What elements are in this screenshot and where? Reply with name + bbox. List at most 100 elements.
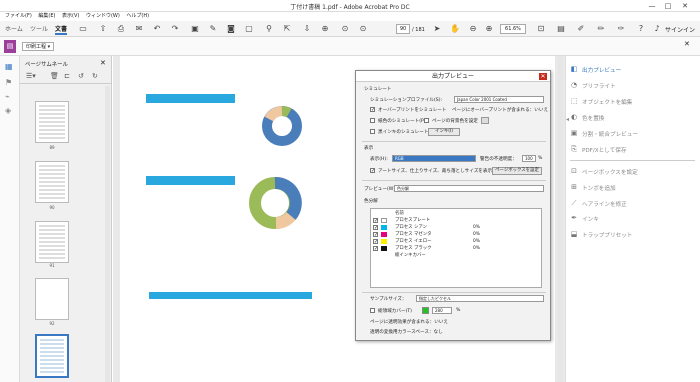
mail-icon[interactable]: ✉: [134, 24, 144, 34]
page-thumbnail[interactable]: [35, 161, 69, 203]
total-coverage-checkbox[interactable]: [370, 308, 375, 313]
highlight-icon[interactable]: ✏: [596, 24, 606, 34]
crop-icon[interactable]: ⊏: [64, 72, 70, 80]
thumbnail-scrollbar[interactable]: [105, 86, 110, 382]
menu-view[interactable]: 表示(V): [62, 13, 79, 19]
close-toolset-icon[interactable]: ✕: [684, 40, 690, 48]
attachment-icon[interactable]: ⌁: [5, 92, 10, 101]
page-number-input[interactable]: 90: [396, 24, 410, 34]
right-item-save-pdfx[interactable]: PDF/Xとして保存: [582, 146, 626, 154]
separation-checkbox[interactable]: ✓: [373, 246, 378, 252]
bookmark-icon[interactable]: ⚑: [5, 78, 12, 87]
page-layout-icon[interactable]: ▤: [556, 24, 566, 34]
select-tool-icon[interactable]: ➤: [432, 24, 442, 34]
page-thumbnails-icon[interactable]: ▦: [5, 62, 13, 71]
page-thumbnail[interactable]: [35, 221, 69, 263]
up-icon[interactable]: ⊙: [340, 24, 350, 34]
export-icon[interactable]: ⇩: [302, 24, 312, 34]
upload-icon[interactable]: ⇧: [98, 24, 108, 34]
layers-icon[interactable]: ◈: [5, 106, 11, 115]
menu-file[interactable]: ファイル(F): [5, 13, 32, 19]
sim-profile-select[interactable]: Japan Color 2001 Coated: [454, 96, 544, 103]
print-icon[interactable]: ⎙: [116, 24, 126, 34]
new-document-icon[interactable]: ▭: [78, 24, 88, 34]
menu-window[interactable]: ウィンドウ(W): [86, 13, 120, 19]
minimize-button[interactable]: —: [645, 1, 659, 11]
right-item-flatten-preview[interactable]: 分割・統合プレビュー: [582, 130, 638, 138]
overprint-checkbox[interactable]: ✓: [370, 107, 375, 113]
close-window-button[interactable]: ✕: [678, 1, 692, 11]
tab-document[interactable]: 文書: [55, 24, 68, 35]
right-item-trim-marks[interactable]: トンボを追加: [582, 184, 616, 192]
sample-size-select[interactable]: 指定したピクセル: [416, 295, 544, 302]
snapshot-icon[interactable]: ▢: [244, 24, 254, 34]
right-item-edit-object[interactable]: オブジェクトを編集: [582, 98, 632, 106]
separation-checkbox[interactable]: ✓: [373, 225, 378, 231]
separation-row[interactable]: ✓ プロセス マゼンタ 0%: [371, 231, 541, 238]
comment-icon[interactable]: ✐: [576, 24, 586, 34]
right-item-page-box[interactable]: ページボックスを設定: [582, 168, 638, 176]
right-item-hairline[interactable]: ヘアラインを修正: [582, 200, 627, 208]
right-item-preflight[interactable]: プリフライト: [582, 82, 616, 90]
document-scrollbar[interactable]: [558, 56, 563, 382]
total-coverage-input[interactable]: 280: [432, 307, 452, 314]
maximize-button[interactable]: □: [661, 1, 675, 11]
prev-page-icon[interactable]: ⊕: [320, 24, 330, 34]
screenshot-icon[interactable]: ◙: [226, 24, 236, 34]
page-bg-checkbox[interactable]: [424, 118, 429, 123]
preview-select[interactable]: 色分解: [394, 185, 544, 192]
options-menu-icon[interactable]: ☰▾: [26, 72, 36, 80]
redo-icon[interactable]: ↷: [170, 24, 180, 34]
menu-help[interactable]: ヘルプ(H): [126, 13, 149, 19]
right-item-trap-preset[interactable]: トラッププリセット: [582, 231, 632, 239]
ink-button[interactable]: インキ(I): [428, 128, 460, 136]
artsize-checkbox[interactable]: ✓: [370, 168, 375, 174]
separation-checkbox[interactable]: ✓: [373, 239, 378, 245]
right-item-convert-color[interactable]: 色を置換: [582, 114, 604, 122]
tool-selector[interactable]: 印刷工程 ▾: [22, 42, 55, 51]
rotate-left-icon[interactable]: ↺: [78, 72, 84, 80]
zoom-in-icon[interactable]: ⊕: [484, 24, 494, 34]
signin-button[interactable]: サインイン: [665, 25, 695, 34]
right-item-ink[interactable]: インキ: [582, 215, 599, 223]
coverage-color-swatch[interactable]: [422, 307, 429, 314]
separation-checkbox[interactable]: ✓: [373, 218, 378, 224]
hand-tool-icon[interactable]: ✋: [450, 24, 460, 34]
delete-page-icon[interactable]: 🗑: [50, 72, 59, 80]
separation-row[interactable]: ✓ プロセス イエロー 0%: [371, 238, 541, 245]
dialog-close-button[interactable]: ✕: [539, 73, 547, 80]
close-panel-icon[interactable]: ✕: [100, 59, 106, 67]
draw-icon[interactable]: ✑: [616, 24, 626, 34]
fit-page-icon[interactable]: ⊡: [536, 24, 546, 34]
black-ink-checkbox[interactable]: [370, 129, 375, 134]
share-icon[interactable]: ⇱: [282, 24, 292, 34]
sign-icon[interactable]: ✎: [208, 24, 218, 34]
page-bg-color-swatch[interactable]: [481, 117, 489, 124]
search-icon[interactable]: ⚲: [264, 24, 274, 34]
separation-row[interactable]: ✓ プロセス ブラック 0%: [371, 245, 541, 252]
separation-row[interactable]: ✓ プロセス シアン 0%: [371, 224, 541, 231]
set-pagebox-button[interactable]: ページボックスを設定: [492, 167, 542, 175]
tab-home[interactable]: ホーム: [5, 24, 23, 33]
page-thumbnail[interactable]: [35, 278, 69, 320]
zoom-out-icon[interactable]: ⊖: [468, 24, 478, 34]
zoom-level[interactable]: 61.6%: [500, 24, 526, 34]
display-select[interactable]: RGB: [392, 155, 476, 162]
right-item-output-preview[interactable]: 出力プレビュー: [582, 66, 621, 74]
stamp-icon[interactable]: ▣: [190, 24, 200, 34]
help-icon[interactable]: ?: [636, 24, 646, 34]
menu-edit[interactable]: 編集(E): [38, 13, 55, 19]
separation-row[interactable]: ✓ プロセスプレート: [371, 217, 541, 224]
rotate-right-icon[interactable]: ↻: [92, 72, 98, 80]
tab-tools[interactable]: ツール: [30, 24, 48, 33]
warn-opacity-input[interactable]: 100: [522, 155, 536, 162]
separation-checkbox[interactable]: ✓: [373, 232, 378, 238]
undo-icon[interactable]: ↶: [152, 24, 162, 34]
down-icon[interactable]: ⊙: [358, 24, 368, 34]
notification-icon[interactable]: ♪: [652, 24, 662, 34]
separation-row[interactable]: 総インキカバー: [371, 252, 541, 259]
paper-color-checkbox[interactable]: [370, 118, 375, 123]
page-thumbnail-selected[interactable]: [35, 334, 69, 378]
page-thumbnail[interactable]: [35, 101, 69, 143]
collapse-panel-icon[interactable]: ◂: [566, 116, 569, 123]
